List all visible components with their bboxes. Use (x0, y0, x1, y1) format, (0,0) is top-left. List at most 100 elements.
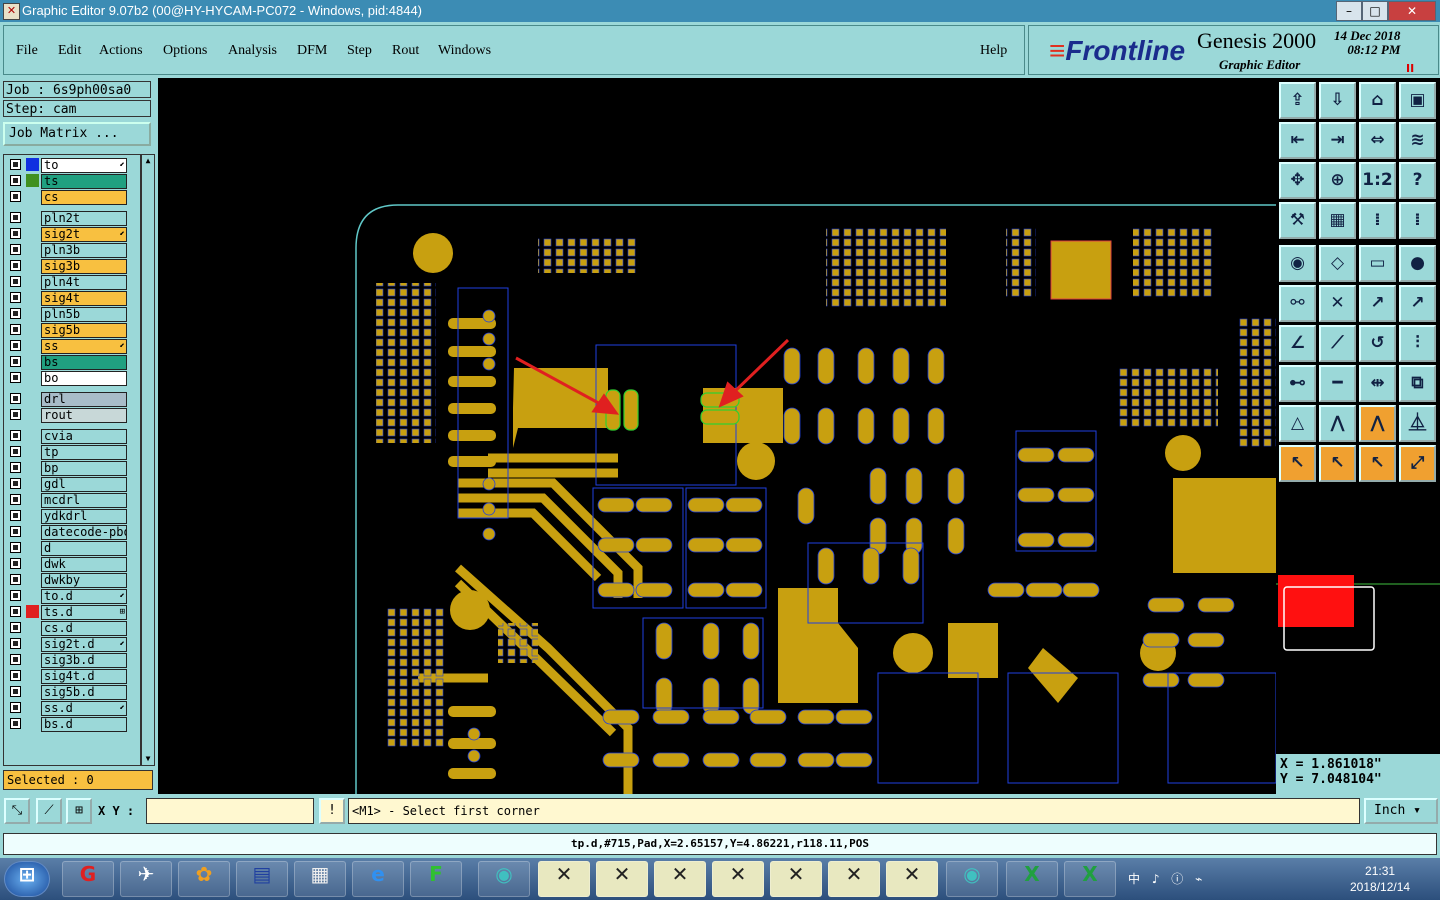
refresh-icon[interactable]: ≋ (1399, 122, 1436, 159)
layer-name[interactable]: cvia (41, 429, 127, 444)
layer-checkbox[interactable] (10, 606, 21, 617)
system-tray[interactable]: 中 ♪ ⓘ ⌁ (1128, 870, 1206, 887)
layer-checkbox[interactable] (10, 510, 21, 521)
layer-name[interactable]: sig4t (41, 291, 127, 306)
layer-color-swatch[interactable] (26, 355, 39, 368)
layer-row-d[interactable]: d (4, 540, 140, 556)
layer-checkbox[interactable] (10, 308, 21, 319)
document-icon[interactable]: ▦ (294, 861, 346, 897)
layer-name[interactable]: sig3b.d (41, 653, 127, 668)
layer-row-sig2t[interactable]: sig2t ⬋ (4, 226, 140, 242)
layer-row-ss-d[interactable]: ss.d ⬋ (4, 700, 140, 716)
layer-row-gdl[interactable]: gdl (4, 476, 140, 492)
layer-name[interactable]: mcdrl (41, 493, 127, 508)
cross-icon[interactable]: ✕ (1319, 285, 1356, 322)
save-icon[interactable]: ▤ (236, 861, 288, 897)
layer-checkbox[interactable] (10, 324, 21, 335)
ie-icon[interactable]: e (352, 861, 404, 897)
layer-row-to-d[interactable]: to.d ⬋ (4, 588, 140, 604)
layer-checkbox[interactable] (10, 430, 21, 441)
layers-red-icon[interactable]: ⁞ (1399, 202, 1436, 239)
circle-icon[interactable]: ● (1399, 245, 1436, 282)
layer-color-swatch[interactable] (26, 211, 39, 224)
view-down-icon[interactable]: ⇩ (1319, 82, 1356, 119)
layer-name[interactable]: ydkdrl (41, 509, 127, 524)
select-orange-icon[interactable]: ↖ (1319, 445, 1356, 482)
layer-checkbox[interactable] (10, 494, 21, 505)
layer-name[interactable]: cs.d (41, 621, 127, 636)
scroll-down-icon[interactable]: ▼ (143, 754, 153, 764)
layer-color-swatch[interactable] (26, 477, 39, 490)
layer-checkbox[interactable] (10, 542, 21, 553)
window-icon[interactable]: ▣ (1399, 82, 1436, 119)
layer-color-swatch[interactable] (26, 605, 39, 618)
split-icon[interactable]: ⫶ (1399, 325, 1436, 362)
layer-name[interactable]: sig4t.d (41, 669, 127, 684)
rotate-icon[interactable]: ↺ (1359, 325, 1396, 362)
layer-name[interactable]: ts.d ⊞ (41, 605, 127, 620)
menu-actions[interactable]: Actions (99, 43, 143, 59)
menu-rout[interactable]: Rout (392, 43, 419, 59)
peak-orange-icon[interactable]: ⋀ (1359, 405, 1396, 442)
layer-color-swatch[interactable] (26, 525, 39, 538)
layer-checkbox[interactable] (10, 340, 21, 351)
connect-icon[interactable]: ⚯ (1279, 285, 1316, 322)
overview-map[interactable] (1276, 490, 1440, 748)
menu-analysis[interactable]: Analysis (228, 43, 277, 59)
layer-name[interactable]: rout (41, 408, 127, 423)
layer-color-swatch[interactable] (26, 408, 39, 421)
triangle-icon[interactable]: △ (1279, 405, 1316, 442)
bar-icon[interactable]: ━ (1319, 365, 1356, 402)
layer-row-sig5b-d[interactable]: sig5b.d (4, 684, 140, 700)
angle-icon[interactable]: ∠ (1279, 325, 1316, 362)
layer-color-swatch[interactable] (26, 653, 39, 666)
view-home-icon[interactable]: ⇪ (1279, 82, 1316, 119)
ruler-icon[interactable]: ▭ (1359, 245, 1396, 282)
layer-name[interactable]: dwk (41, 557, 127, 572)
snap-grid-icon[interactable]: ⊞ (66, 798, 92, 824)
layer-row-ss[interactable]: ss ⬋ (4, 338, 140, 354)
layer-color-swatch[interactable] (26, 174, 39, 187)
pan-right-icon[interactable]: ⇥ (1319, 122, 1356, 159)
pcb-view[interactable] (158, 78, 1276, 794)
select-circle-icon[interactable]: ↖ (1359, 445, 1396, 482)
prompt-icon[interactable]: ! (319, 798, 345, 824)
layer-row-bp[interactable]: bp (4, 460, 140, 476)
layer-name[interactable]: dwkby (41, 573, 127, 588)
layer-color-swatch[interactable] (26, 669, 39, 682)
layer-name[interactable]: pln2t (41, 211, 127, 226)
start-icon[interactable]: ⊞ (4, 861, 50, 897)
slash-icon[interactable]: ⟋ (1319, 325, 1356, 362)
pause-icon[interactable]: II (1406, 62, 1414, 75)
layer-color-swatch[interactable] (26, 717, 39, 730)
layer-color-swatch[interactable] (26, 291, 39, 304)
layer-checkbox[interactable] (10, 372, 21, 383)
layer-checkbox[interactable] (10, 260, 21, 271)
layer-row-cs-d[interactable]: cs.d (4, 620, 140, 636)
units-select[interactable]: Inch ▾ (1364, 798, 1438, 824)
layer-color-swatch[interactable] (26, 392, 39, 405)
layer-name[interactable]: datecode-pbo (41, 525, 127, 540)
layer-row-pln4t[interactable]: pln4t (4, 274, 140, 290)
peak-icon[interactable]: ⋀ (1319, 405, 1356, 442)
menu-edit[interactable]: Edit (58, 43, 81, 59)
layer-color-swatch[interactable] (26, 371, 39, 384)
layer-row-bo[interactable]: bo (4, 370, 140, 386)
layer-checkbox[interactable] (10, 670, 21, 681)
layer-color-swatch[interactable] (26, 307, 39, 320)
layer-checkbox[interactable] (10, 622, 21, 633)
graphic-canvas[interactable] (158, 78, 1276, 794)
layer-color-swatch[interactable] (26, 541, 39, 554)
layer-checkbox[interactable] (10, 276, 21, 287)
layer-checkbox[interactable] (10, 558, 21, 569)
eye-icon[interactable]: ◉ (946, 861, 998, 897)
layer-name[interactable]: tp (41, 445, 127, 460)
layer-name[interactable]: gdl (41, 477, 127, 492)
layer-name[interactable]: sig3b (41, 259, 127, 274)
layer-checkbox[interactable] (10, 159, 21, 170)
house-icon[interactable]: ⌂ (1359, 82, 1396, 119)
layer-scrollbar[interactable]: ▲ ▼ (141, 154, 155, 766)
select-icon[interactable]: ↖ (1279, 445, 1316, 482)
layer-name[interactable]: bs (41, 355, 127, 370)
layer-checkbox[interactable] (10, 654, 21, 665)
